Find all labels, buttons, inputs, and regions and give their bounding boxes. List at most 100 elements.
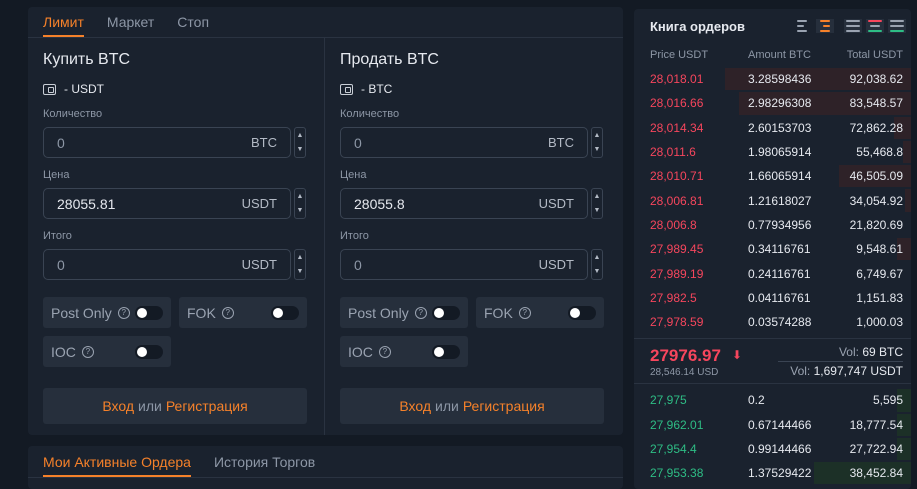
order-price: 27,953.38: [650, 466, 704, 481]
bid-row[interactable]: 27,975 0.2 5,595: [634, 388, 911, 412]
buy-total-stepper[interactable]: ▲ ▼: [294, 249, 306, 280]
sell-price-input[interactable]: 28055.8 USDT: [340, 188, 588, 219]
tab-trade-history[interactable]: История Торгов: [214, 454, 315, 477]
login-link[interactable]: Вход: [102, 398, 134, 414]
help-icon[interactable]: ?: [518, 306, 531, 319]
col-price: Price USDT: [650, 49, 709, 61]
view-list-icon[interactable]: [795, 19, 813, 33]
buy-qty-stepper[interactable]: ▲ ▼: [294, 127, 306, 158]
buy-login-button[interactable]: Вход или Регистрация: [43, 388, 307, 424]
view-split-icon[interactable]: [866, 19, 884, 33]
tab-market[interactable]: Маркет: [107, 14, 154, 37]
order-total: 21,820.69: [849, 217, 903, 232]
volume-btc-label: Vol:: [838, 345, 859, 360]
fok-label: FOK: [187, 304, 216, 321]
help-icon[interactable]: ?: [117, 306, 130, 319]
order-amount: 0.34116761: [748, 242, 811, 257]
post-only-toggle[interactable]: [135, 306, 163, 320]
order-amount: 2.98296308: [748, 96, 812, 111]
sell-price-label: Цена: [340, 169, 367, 181]
sell-fok-option: FOK ?: [476, 297, 604, 328]
order-price: 28,014.34: [650, 120, 704, 135]
view-both-icon[interactable]: [844, 19, 862, 33]
sell-qty-input[interactable]: 0 BTC: [340, 127, 588, 158]
sell-total-label: Итого: [340, 230, 369, 242]
ioc-label: IOC: [348, 343, 373, 360]
order-amount: 3.28598436: [748, 72, 812, 87]
ask-row[interactable]: 27,989.45 0.34116761 9,548.61: [634, 237, 911, 261]
bid-row[interactable]: 27,954.4 0.99144466 27,722.94: [634, 437, 911, 461]
help-icon[interactable]: ?: [378, 345, 391, 358]
buy-fok-option: FOK ?: [179, 297, 307, 328]
help-icon[interactable]: ?: [414, 306, 427, 319]
stepper-down-icon[interactable]: ▼: [594, 146, 601, 153]
ask-row[interactable]: 28,018.01 3.28598436 92,038.62: [634, 67, 911, 91]
register-link[interactable]: Регистрация: [463, 398, 545, 414]
col-total: Total USDT: [846, 49, 903, 61]
buy-qty-input[interactable]: 0 BTC: [43, 127, 291, 158]
buy-balance-value: - USDT: [64, 82, 104, 96]
tab-limit[interactable]: Лимит: [43, 14, 84, 37]
volume-usdt: Vol: 1,697,747 USDT: [790, 364, 903, 378]
post-only-toggle[interactable]: [432, 306, 460, 320]
stepper-up-icon[interactable]: ▲: [297, 132, 304, 139]
ask-row[interactable]: 27,978.59 0.03574288 1,000.03: [634, 310, 911, 334]
fok-label: FOK: [484, 304, 513, 321]
order-amount: 0.67144466: [748, 417, 812, 432]
ioc-toggle[interactable]: [432, 345, 460, 359]
sell-total-unit: USDT: [538, 257, 574, 272]
buy-price-input[interactable]: 28055.81 USDT: [43, 188, 291, 219]
order-total: 34,054.92: [849, 193, 903, 208]
view-bids-asks-icon[interactable]: [816, 19, 834, 33]
view-buys-only-icon[interactable]: [888, 19, 906, 33]
sell-qty-stepper[interactable]: ▲ ▼: [591, 127, 603, 158]
sell-total-input[interactable]: 0 USDT: [340, 249, 588, 280]
stepper-down-icon[interactable]: ▼: [594, 268, 601, 275]
stepper-up-icon[interactable]: ▲: [594, 132, 601, 139]
ioc-toggle[interactable]: [135, 345, 163, 359]
stepper-up-icon[interactable]: ▲: [594, 193, 601, 200]
buy-price-stepper[interactable]: ▲ ▼: [294, 188, 306, 219]
order-total: 1,151.83: [856, 290, 903, 305]
sell-login-button[interactable]: Вход или Регистрация: [340, 388, 604, 424]
order-price: 27,989.45: [650, 242, 704, 257]
ask-row[interactable]: 28,010.71 1.66065914 46,505.09: [634, 164, 911, 188]
sell-total-stepper[interactable]: ▲ ▼: [591, 249, 603, 280]
last-price: 27976.97: [650, 346, 721, 366]
stepper-up-icon[interactable]: ▲: [297, 193, 304, 200]
tab-stop[interactable]: Стоп: [177, 14, 209, 37]
sell-price-stepper[interactable]: ▲ ▼: [591, 188, 603, 219]
bid-row[interactable]: 27,953.38 1.37529422 38,452.84: [634, 461, 911, 485]
help-icon[interactable]: ?: [221, 306, 234, 319]
ask-row[interactable]: 28,006.8 0.77934956 21,820.69: [634, 213, 911, 237]
ask-row[interactable]: 27,989.19 0.24116761 6,749.67: [634, 261, 911, 285]
stepper-down-icon[interactable]: ▼: [297, 268, 304, 275]
stepper-down-icon[interactable]: ▼: [594, 207, 601, 214]
order-price: 27,982.5: [650, 290, 697, 305]
volume-divider: [778, 361, 903, 363]
ask-row[interactable]: 27,982.5 0.04116761 1,151.83: [634, 286, 911, 310]
stepper-up-icon[interactable]: ▲: [297, 254, 304, 261]
or-text: или: [138, 398, 162, 414]
order-amount: 0.03574288: [748, 315, 812, 330]
ask-row[interactable]: 28,011.6 1.98065914 55,468.8: [634, 140, 911, 164]
ask-row[interactable]: 28,016.66 2.98296308 83,548.57: [634, 91, 911, 115]
fok-toggle[interactable]: [271, 306, 299, 320]
sell-qty-label: Количество: [340, 108, 400, 120]
login-link[interactable]: Вход: [399, 398, 431, 414]
volume-btc: Vol: 69 BTC: [839, 345, 903, 359]
stepper-up-icon[interactable]: ▲: [594, 254, 601, 261]
ask-row[interactable]: 28,006.81 1.21618027 34,054.92: [634, 188, 911, 212]
bid-row[interactable]: 27,962.01 0.67144466 18,777.54: [634, 413, 911, 437]
stepper-down-icon[interactable]: ▼: [297, 146, 304, 153]
help-icon[interactable]: ?: [81, 345, 94, 358]
buy-total-input[interactable]: 0 USDT: [43, 249, 291, 280]
order-book-columns: Price USDT Amount BTC Total USDT: [634, 43, 911, 67]
stepper-down-icon[interactable]: ▼: [297, 207, 304, 214]
tab-active-orders[interactable]: Мои Активные Ордера: [43, 454, 191, 477]
register-link[interactable]: Регистрация: [166, 398, 248, 414]
last-price-usd: 28,546.14 USD: [650, 367, 719, 379]
volume-btc-value: 69 BTC: [862, 345, 903, 360]
fok-toggle[interactable]: [568, 306, 596, 320]
ask-row[interactable]: 28,014.34 2.60153703 72,862.28: [634, 116, 911, 140]
